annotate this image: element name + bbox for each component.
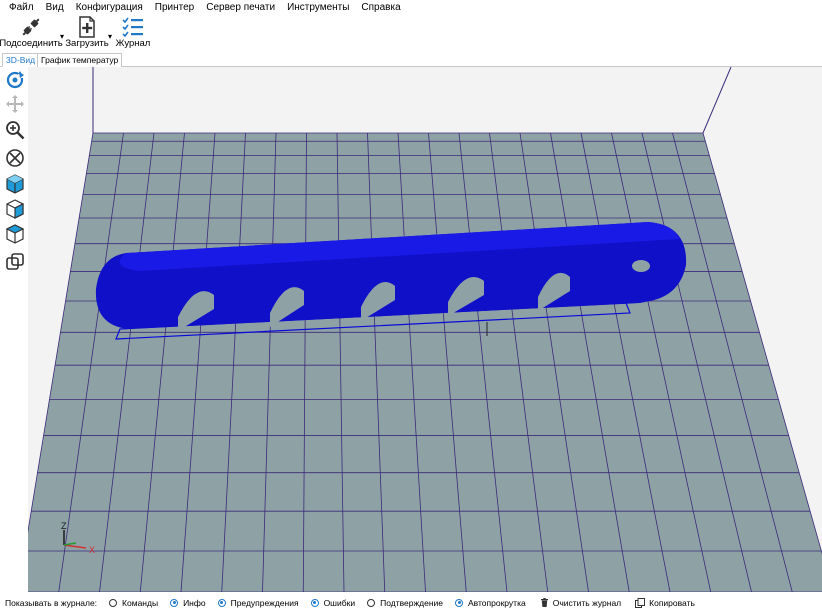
trash-icon bbox=[540, 598, 548, 607]
connect-label: Подсоединить bbox=[0, 38, 63, 49]
front-view-icon[interactable] bbox=[4, 198, 26, 220]
radio-warnings[interactable] bbox=[217, 598, 226, 607]
menu-config[interactable]: Конфигурация bbox=[70, 0, 149, 16]
menu-printer[interactable]: Принтер bbox=[149, 0, 200, 16]
print-bed-scene: Z X bbox=[28, 67, 822, 592]
filter-errors-label: Ошибки bbox=[323, 597, 356, 608]
radio-autoscroll[interactable] bbox=[455, 598, 463, 607]
checklist-icon bbox=[121, 16, 145, 38]
menu-view[interactable]: Вид bbox=[40, 0, 70, 16]
filter-warnings[interactable]: Предупреждения bbox=[217, 597, 299, 608]
filter-ack[interactable]: Подтверждение bbox=[367, 598, 443, 608]
copy-label: Копировать bbox=[649, 597, 695, 608]
filter-autoscroll-label: Автопрокрутка bbox=[468, 597, 526, 608]
menu-bar: Файл Вид Конфигурация Принтер Сервер печ… bbox=[0, 0, 822, 16]
move-view-icon[interactable] bbox=[4, 93, 26, 115]
show-in-log-label: Показывать в журнале: bbox=[5, 597, 98, 608]
radio-errors[interactable] bbox=[310, 598, 319, 607]
filter-warnings-label: Предупреждения bbox=[230, 597, 299, 608]
copy-button[interactable]: Копировать bbox=[635, 597, 695, 608]
load-dropdown[interactable]: ▾ bbox=[108, 32, 112, 41]
radio-ack[interactable] bbox=[367, 598, 376, 607]
log-label: Журнал bbox=[115, 38, 151, 49]
filter-autoscroll[interactable]: Автопрокрутка bbox=[455, 598, 526, 608]
plug-icon bbox=[19, 16, 43, 38]
menu-tools[interactable]: Инструменты bbox=[281, 0, 355, 16]
filter-commands-label: Команды bbox=[122, 597, 159, 608]
filter-info[interactable]: Инфо bbox=[170, 598, 206, 608]
menu-help[interactable]: Справка bbox=[355, 0, 406, 16]
z-axis-label: Z bbox=[61, 521, 67, 531]
3d-viewport[interactable]: Z X bbox=[28, 67, 822, 592]
bed-frame bbox=[92, 67, 732, 134]
log-filter-bar: Показывать в журнале: Команды Инфо Преду… bbox=[0, 596, 822, 609]
tab-temperature-graph[interactable]: График температур bbox=[37, 53, 123, 67]
radio-info[interactable] bbox=[170, 598, 179, 607]
iso-view-icon[interactable] bbox=[4, 173, 26, 195]
x-axis-label: X bbox=[89, 545, 95, 555]
fit-view-icon[interactable] bbox=[4, 147, 26, 169]
add-file-icon bbox=[75, 16, 99, 38]
frame-right-post bbox=[702, 67, 732, 134]
load-button[interactable]: Загрузить bbox=[65, 16, 109, 50]
radio-commands[interactable] bbox=[109, 598, 118, 607]
tab-3d-view[interactable]: 3D-Вид bbox=[2, 53, 40, 67]
filter-info-label: Инфо bbox=[183, 597, 206, 608]
clear-log-button[interactable]: Очистить журнал bbox=[540, 598, 621, 608]
clear-log-label: Очистить журнал bbox=[552, 597, 622, 608]
zoom-icon[interactable] bbox=[4, 119, 26, 141]
connect-dropdown[interactable]: ▾ bbox=[60, 32, 64, 41]
copy-icon bbox=[635, 597, 646, 608]
view-tabs: 3D-Вид График температур bbox=[0, 50, 822, 67]
menu-file[interactable]: Файл bbox=[3, 0, 40, 16]
filter-commands[interactable]: Команды bbox=[109, 598, 158, 608]
filter-errors[interactable]: Ошибки bbox=[310, 597, 356, 608]
rotate-view-icon[interactable] bbox=[4, 69, 26, 91]
top-view-icon[interactable] bbox=[4, 223, 26, 245]
log-button[interactable]: Журнал bbox=[116, 16, 150, 50]
menu-print-server[interactable]: Сервер печати bbox=[200, 0, 281, 16]
load-label: Загрузить bbox=[65, 38, 109, 49]
connect-button[interactable]: Подсоединить bbox=[0, 16, 63, 50]
view-tools bbox=[0, 67, 28, 592]
filter-ack-label: Подтверждение bbox=[380, 597, 443, 608]
toggle-objects-icon[interactable] bbox=[4, 251, 26, 273]
model-mount-hole bbox=[632, 260, 650, 272]
toolbar: Подсоединить ▾ Загрузить ▾ Журнал bbox=[0, 16, 822, 50]
